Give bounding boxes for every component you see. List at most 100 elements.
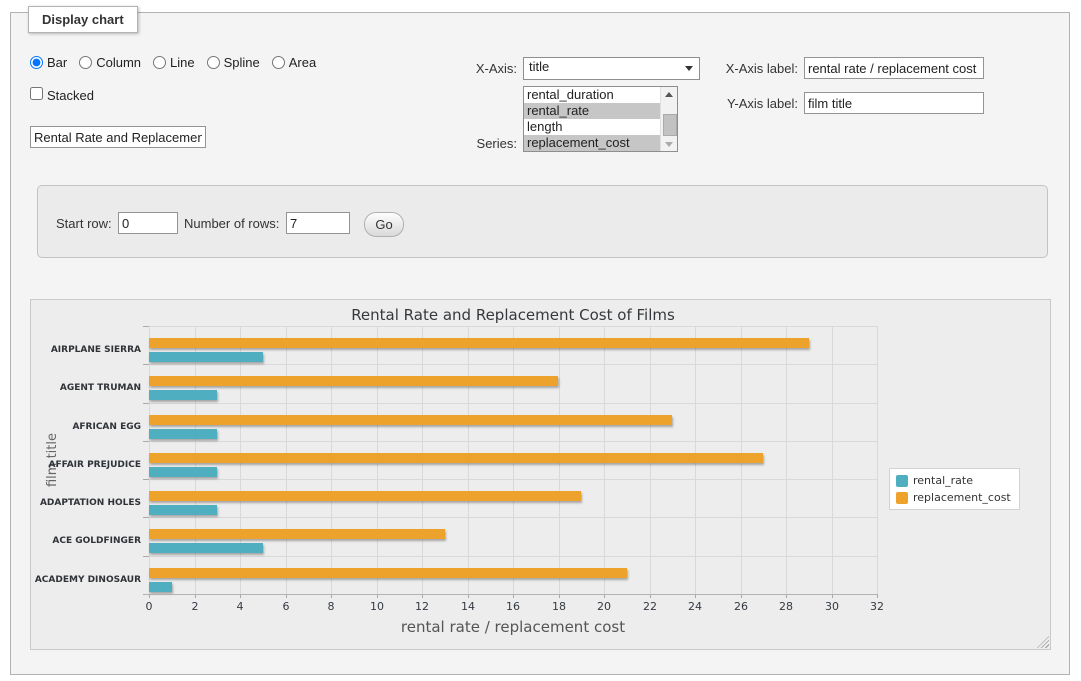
yaxis-label-field-label: Y-Axis label: [680, 96, 798, 111]
legend-item-replacement_cost[interactable]: replacement_cost [896, 491, 1011, 504]
category-label: ACADEMY DINOSAUR [33, 574, 141, 586]
scroll-up-icon[interactable] [661, 87, 677, 101]
num-rows-input[interactable] [286, 212, 350, 234]
chart-title: Rental Rate and Replacement Cost of Film… [149, 306, 877, 324]
x-tick-label: 22 [635, 600, 665, 613]
stacked-checkbox[interactable] [30, 87, 43, 100]
series-option-selected[interactable]: replacement_cost [524, 135, 660, 151]
y-tick [143, 364, 149, 365]
x-axis-line [144, 594, 877, 595]
chart-title-input[interactable] [30, 126, 206, 148]
yaxis-label-input[interactable] [804, 92, 984, 114]
xaxis-select-value: title [529, 59, 549, 74]
x-tick-label: 10 [362, 600, 392, 613]
x-tick-label: 8 [316, 600, 346, 613]
radio-line-input[interactable] [153, 56, 166, 69]
page: Display chart Bar Column Line Spline Are… [0, 0, 1081, 681]
x-tick-label: 24 [680, 600, 710, 613]
x-tick-label: 26 [726, 600, 756, 613]
bar-replacement_cost [149, 338, 809, 348]
gridline-y [149, 556, 877, 557]
gridline-x [786, 326, 787, 594]
series-option[interactable]: rental_duration [524, 87, 660, 103]
xaxis-label-field-label: X-Axis label: [680, 61, 798, 76]
fieldset-title: Display chart [28, 6, 138, 33]
category-label: ADAPTATION HOLES [33, 497, 141, 509]
bar-replacement_cost [149, 568, 627, 578]
x-tick [877, 594, 878, 598]
bar-rental_rate [149, 543, 263, 553]
x-tick-label: 0 [134, 600, 164, 613]
gridline-y [149, 403, 877, 404]
start-row-input[interactable] [118, 212, 178, 234]
category-label: AFRICAN EGG [33, 421, 141, 433]
y-tick [143, 441, 149, 442]
stacked-row: Stacked [30, 87, 94, 103]
x-tick-label: 28 [771, 600, 801, 613]
y-tick [143, 403, 149, 404]
x-tick-label: 4 [225, 600, 255, 613]
scrollbar-thumb[interactable] [663, 114, 677, 136]
series-multiselect[interactable]: rental_duration rental_rate length repla… [523, 86, 678, 152]
resize-handle-icon[interactable] [1037, 636, 1049, 648]
radio-area[interactable]: Area [272, 55, 316, 70]
gridline-y [149, 326, 877, 327]
bar-rental_rate [149, 352, 263, 362]
legend-label: rental_rate [913, 474, 973, 487]
bar-replacement_cost [149, 415, 672, 425]
gridline-x [877, 326, 878, 594]
x-tick-label: 16 [498, 600, 528, 613]
bar-rental_rate [149, 390, 217, 400]
xaxis-select[interactable]: title [523, 57, 700, 80]
gridline-y [149, 517, 877, 518]
bar-replacement_cost [149, 376, 558, 386]
category-label: AGENT TRUMAN [33, 382, 141, 394]
gridline-y [149, 441, 877, 442]
chart-legend: rental_rate replacement_cost [889, 468, 1020, 510]
bar-rental_rate [149, 429, 217, 439]
row-range-panel: Start row: Number of rows: Go [37, 185, 1048, 258]
xaxis-field-label: X-Axis: [400, 61, 517, 76]
radio-column-input[interactable] [79, 56, 92, 69]
x-tick-label: 6 [271, 600, 301, 613]
legend-label: replacement_cost [913, 491, 1011, 504]
series-option-selected[interactable]: rental_rate [524, 103, 660, 119]
radio-spline-input[interactable] [207, 56, 220, 69]
x-tick-label: 18 [544, 600, 574, 613]
xaxis-label-input[interactable] [804, 57, 984, 79]
stacked-checkbox-label[interactable]: Stacked [30, 87, 94, 103]
chart-xaxis-title: rental rate / replacement cost [149, 618, 877, 636]
scroll-down-icon[interactable] [661, 137, 677, 151]
chart-type-radio-group: Bar Column Line Spline Area [30, 55, 326, 70]
scrollbar[interactable] [660, 87, 677, 151]
category-label: AFFAIR PREJUDICE [33, 459, 141, 471]
x-tick-label: 12 [407, 600, 437, 613]
y-tick [143, 556, 149, 557]
num-rows-label: Number of rows: [184, 216, 279, 231]
radio-area-input[interactable] [272, 56, 285, 69]
radio-spline[interactable]: Spline [207, 55, 260, 70]
plot-area [149, 326, 877, 594]
radio-bar[interactable]: Bar [30, 55, 67, 70]
gridline-y [149, 364, 877, 365]
series-option[interactable]: length [524, 119, 660, 135]
chart-container: Rental Rate and Replacement Cost of Film… [30, 299, 1051, 650]
category-label: ACE GOLDFINGER [33, 535, 141, 547]
y-tick [143, 326, 149, 327]
legend-swatch-rental_rate [896, 475, 908, 487]
radio-bar-input[interactable] [30, 56, 43, 69]
bar-replacement_cost [149, 453, 763, 463]
go-button[interactable]: Go [364, 212, 404, 237]
x-tick-label: 20 [589, 600, 619, 613]
radio-line[interactable]: Line [153, 55, 195, 70]
y-tick [143, 517, 149, 518]
legend-item-rental_rate[interactable]: rental_rate [896, 474, 1011, 487]
bar-replacement_cost [149, 529, 445, 539]
bar-replacement_cost [149, 491, 581, 501]
radio-column[interactable]: Column [79, 55, 141, 70]
category-label: AIRPLANE SIERRA [33, 344, 141, 356]
series-field-label: Series: [400, 136, 517, 151]
bar-rental_rate [149, 467, 217, 477]
start-row-label: Start row: [56, 216, 112, 231]
x-tick-label: 30 [817, 600, 847, 613]
